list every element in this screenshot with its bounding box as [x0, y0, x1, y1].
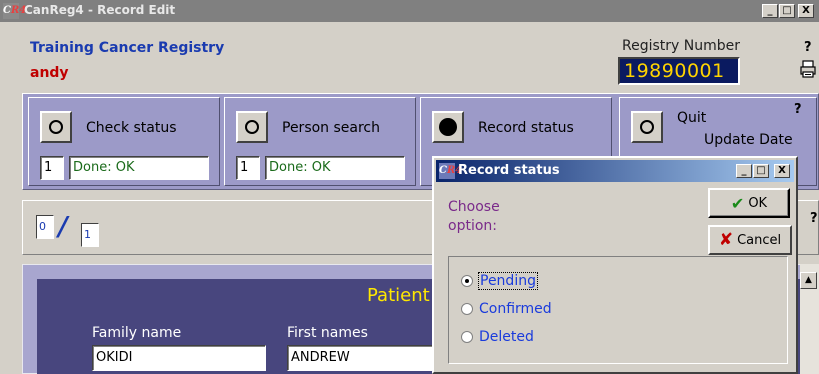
record-status-button[interactable] [432, 111, 464, 143]
check-status-card: Check status 1 Done: OK [28, 97, 220, 186]
registry-name: Training Cancer Registry [30, 40, 225, 56]
dialog-minimize-button[interactable]: _ [736, 164, 752, 178]
total-records-field: 1 [81, 223, 99, 247]
minimize-button[interactable]: _ [762, 4, 778, 18]
registry-number-label: Registry Number [622, 38, 741, 54]
check-status-label: Check status [86, 120, 177, 136]
prompt-line-1: Choose [448, 199, 500, 215]
nav-separator: / [58, 212, 68, 242]
current-record-field[interactable]: 0 [36, 215, 54, 239]
checkmark-icon: ✔ [730, 193, 745, 213]
maximize-button[interactable]: □ [779, 4, 795, 18]
canreg-app-icon: CR4 [3, 3, 26, 19]
ok-button[interactable]: ✔ OK [708, 188, 790, 218]
vertical-scrollbar[interactable]: ▲ [800, 264, 819, 374]
record-status-dialog: CR4 Record status _ □ X Choose option: ✔… [432, 156, 798, 374]
check-status-button[interactable] [40, 111, 72, 143]
person-search-result: Done: OK [265, 156, 405, 180]
option-deleted-label: Deleted [479, 329, 534, 345]
choose-option-prompt: Choose option: [448, 198, 500, 236]
dialog-close-button[interactable]: X [774, 164, 790, 178]
status-options-group: Pending Confirmed Deleted [448, 256, 788, 364]
family-name-label: Family name [92, 325, 182, 341]
scroll-up-arrow-icon[interactable]: ▲ [800, 272, 817, 289]
option-confirmed-label: Confirmed [479, 301, 552, 317]
help-icon[interactable]: ? [804, 40, 812, 55]
window-title: CanReg4 - Record Edit [24, 3, 176, 17]
dialog-title: Record status [458, 163, 560, 178]
nav-help-icon[interactable]: ? [810, 211, 818, 226]
dialog-maximize-button[interactable]: □ [753, 164, 769, 178]
printer-icon[interactable] [800, 60, 816, 78]
check-status-count: 1 [40, 156, 64, 180]
ok-label: OK [748, 195, 768, 211]
update-date-label: Update Date [704, 132, 793, 148]
dialog-title-bar[interactable]: CR4 Record status _ □ X [436, 160, 794, 182]
option-confirmed[interactable]: Confirmed [461, 301, 552, 317]
radio-icon[interactable] [461, 331, 473, 343]
registry-number-field[interactable]: 19890001 [618, 57, 740, 85]
first-names-label: First names [287, 325, 368, 341]
cancel-x-icon: ✘ [718, 230, 734, 250]
radio-selected-icon[interactable] [461, 275, 473, 287]
quit-label: Quit [677, 110, 707, 126]
option-pending-label: Pending [478, 272, 538, 290]
close-button[interactable]: X [798, 4, 814, 18]
family-name-field[interactable]: OKIDI [92, 345, 266, 371]
quit-help-icon[interactable]: ? [794, 102, 802, 117]
radio-icon[interactable] [461, 303, 473, 315]
person-search-card: Person search 1 Done: OK [224, 97, 416, 186]
person-search-count: 1 [236, 156, 260, 180]
patient-section-title: Patient [367, 285, 430, 306]
user-name: andy [30, 65, 69, 81]
cancel-label: Cancel [737, 232, 782, 248]
cancel-button[interactable]: ✘ Cancel [708, 225, 792, 255]
option-pending[interactable]: Pending [461, 272, 538, 290]
option-deleted[interactable]: Deleted [461, 329, 534, 345]
check-status-result: Done: OK [69, 156, 209, 180]
prompt-line-2: option: [448, 218, 497, 234]
person-search-button[interactable] [236, 111, 268, 143]
main-title-bar[interactable]: CR4 CanReg4 - Record Edit _ □ X [0, 0, 819, 22]
record-status-label: Record status [478, 120, 574, 136]
person-search-label: Person search [282, 120, 380, 136]
dialog-app-icon: CR4 [439, 163, 462, 179]
quit-button[interactable] [631, 111, 663, 143]
